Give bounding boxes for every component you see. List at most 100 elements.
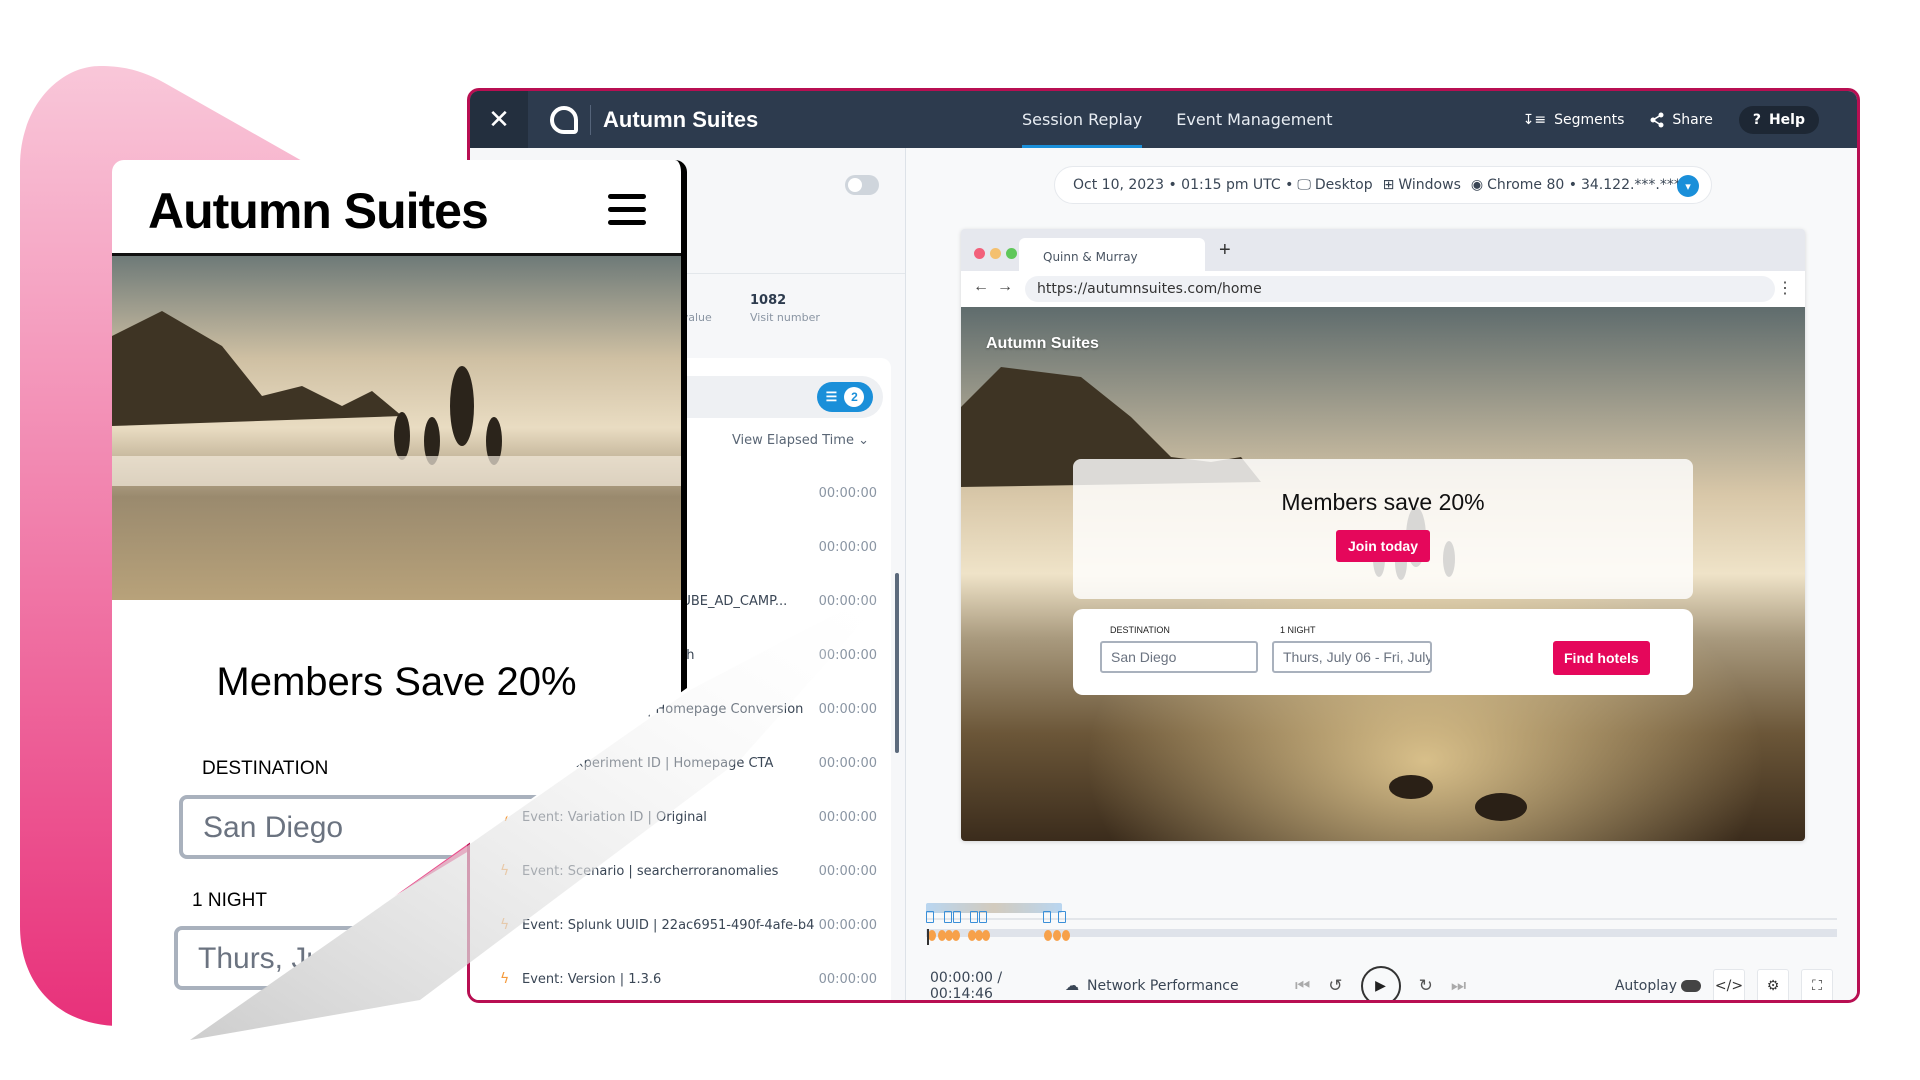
- bolt-icon: ϟ: [500, 863, 510, 879]
- network-performance-toggle[interactable]: ☁ Network Performance: [1065, 978, 1239, 994]
- question-icon: ?: [1752, 111, 1761, 128]
- toggle-switch[interactable]: [1681, 980, 1701, 992]
- event-time: 00:00:00: [818, 863, 877, 879]
- player-options: Autoplay </> ⚙ ⛶: [1615, 969, 1833, 1000]
- rewind-icon[interactable]: ↺: [1328, 976, 1342, 996]
- event-row[interactable]: ϟ Event: Splunk UUID | 22ac6951-490f-4afe…: [500, 898, 877, 952]
- url-field[interactable]: https://autumnsuites.com/home: [1025, 276, 1775, 302]
- close-icon: ✕: [488, 104, 510, 135]
- page-marker-icon[interactable]: [979, 911, 987, 923]
- event-list-scrollbar[interactable]: [895, 573, 899, 753]
- skip-start-icon[interactable]: ⏮: [1295, 976, 1310, 996]
- event-time: 00:00:00: [818, 809, 877, 825]
- autoplay-label: Autoplay: [1614, 978, 1677, 994]
- event-marker[interactable]: [1053, 930, 1061, 941]
- page-marker-icon[interactable]: [926, 911, 934, 923]
- event-text: Event: Version | 1.3.6: [522, 971, 662, 987]
- device-label: Desktop: [1314, 177, 1373, 193]
- event-marker[interactable]: [1062, 930, 1070, 941]
- event-time: 00:00:00: [818, 755, 877, 771]
- play-button[interactable]: ▶: [1360, 966, 1401, 1000]
- window-close-dot: [974, 248, 985, 259]
- windows-icon: ⊞: [1382, 177, 1395, 193]
- dates-input[interactable]: Thurs, July 06 - Fri, July 07: [1272, 641, 1432, 673]
- site-viewport: Autumn Suites Members save 20% Join toda…: [961, 307, 1805, 841]
- desktop-icon: 🖵: [1297, 177, 1311, 193]
- session-timeline[interactable]: [926, 903, 1837, 945]
- page-marker-icon[interactable]: [1043, 911, 1051, 923]
- window-maximize-dot: [1006, 248, 1017, 259]
- help-label: Help: [1768, 111, 1805, 128]
- hotel-search-form: DESTINATION San Diego 1 NIGHT Thurs, Jul…: [1073, 609, 1693, 695]
- promo-title: Members save 20%: [1281, 489, 1485, 515]
- destination-input[interactable]: San Diego: [1100, 641, 1258, 673]
- share-button[interactable]: Share: [1650, 111, 1713, 128]
- top-bar: ✕ Autumn Suites Session Replay Event Man…: [470, 91, 1857, 148]
- event-marker[interactable]: [1044, 930, 1052, 941]
- settings-button[interactable]: ⚙: [1757, 969, 1789, 1000]
- segments-button[interactable]: ↧≡ Segments: [1523, 112, 1625, 128]
- browser-tab-strip: Quinn & Murray +: [961, 229, 1805, 271]
- page-marker-icon[interactable]: [953, 911, 961, 923]
- kebab-menu-icon[interactable]: ⋮: [1777, 278, 1793, 298]
- page-marker-icon[interactable]: [1058, 911, 1066, 923]
- filter-button[interactable]: ☰ 2: [817, 382, 873, 412]
- lock-toggle[interactable]: [845, 175, 879, 195]
- event-time: 00:00:00: [818, 485, 877, 501]
- tab-event-management[interactable]: Event Management: [1159, 91, 1349, 148]
- event-row[interactable]: ϟ Event: Scenario | searcherroranomalies 0…: [500, 844, 877, 898]
- event-marker[interactable]: [952, 930, 960, 941]
- new-tab-icon[interactable]: +: [1219, 239, 1231, 262]
- mobile-promo-title: Members Save 20%: [216, 660, 577, 704]
- tab-session-replay[interactable]: Session Replay: [1005, 91, 1159, 148]
- close-button[interactable]: ✕: [470, 91, 528, 148]
- browser-label: Chrome 80 •: [1487, 177, 1577, 193]
- event-marker[interactable]: [982, 930, 990, 941]
- event-row[interactable]: ϟEvent: Variation ID | Original00:00:00: [500, 790, 877, 844]
- join-today-button[interactable]: Join today: [1335, 530, 1430, 562]
- sort-icon: ↧≡: [1522, 111, 1547, 128]
- marketing-composite: ✕ Autumn Suites Session Replay Event Man…: [0, 0, 1920, 1080]
- event-row[interactable]: ϟ Event: Version | 1.3.6 00:00:00: [500, 952, 877, 1000]
- event-time: 00:00:00: [818, 971, 877, 987]
- forward-icon[interactable]: ↻: [1419, 976, 1433, 996]
- back-forward-icons[interactable]: ←→: [973, 278, 1021, 296]
- find-hotels-button[interactable]: Find hotels: [1553, 641, 1650, 675]
- dev-tools-button[interactable]: </>: [1713, 969, 1745, 1000]
- promo-banner: Members save 20% Join today: [1073, 459, 1693, 599]
- beach-family-image: [112, 256, 681, 600]
- skip-end-icon[interactable]: ⏭: [1451, 976, 1466, 996]
- session-datetime: Oct 10, 2023 • 01:15 pm UTC •: [1073, 177, 1294, 193]
- chrome-icon: ◉: [1470, 177, 1484, 193]
- page-marker-icon[interactable]: [944, 911, 952, 923]
- filter-count-badge: 2: [844, 387, 865, 407]
- event-time: 00:00:00: [818, 539, 877, 555]
- visit-number-label: Visit number: [750, 311, 820, 324]
- share-icon: [1650, 112, 1664, 127]
- session-info-bar: Oct 10, 2023 • 01:15 pm UTC • 🖵 Desktop …: [1054, 166, 1712, 204]
- playhead[interactable]: [927, 929, 929, 945]
- chevron-down-icon: ⌄: [858, 433, 869, 448]
- share-label: Share: [1672, 111, 1713, 128]
- fullscreen-button[interactable]: ⛶: [1801, 969, 1833, 1000]
- segments-label: Segments: [1554, 111, 1625, 128]
- fullscreen-icon: ⛶: [1812, 978, 1822, 994]
- os-label: Windows: [1398, 177, 1461, 193]
- page-marker-icon[interactable]: [970, 911, 978, 923]
- top-tools: ↧≡ Segments Share ? Help: [1523, 91, 1819, 148]
- mobile-header: Autumn Suites: [112, 160, 681, 256]
- expand-info-button[interactable]: ▾: [1677, 175, 1699, 197]
- help-button[interactable]: ? Help: [1738, 105, 1819, 134]
- nights-label: 1 NIGHT: [1280, 625, 1316, 635]
- autoplay-toggle[interactable]: Autoplay: [1615, 978, 1701, 994]
- browser-tab[interactable]: Quinn & Murray: [1019, 238, 1205, 271]
- view-elapsed-time-dropdown[interactable]: View Elapsed Time ⌄: [732, 433, 869, 448]
- hamburger-menu-icon[interactable]: [608, 194, 646, 233]
- event-marker[interactable]: [928, 930, 936, 941]
- bolt-icon: ϟ: [500, 971, 510, 987]
- visit-number-stat: 1082 Visit number: [750, 293, 820, 324]
- mobile-site-title: Autumn Suites: [148, 183, 489, 239]
- player-controls: 00:00:00 / 00:14:46 ☁ Network Performanc…: [930, 964, 1833, 1000]
- divider: [590, 104, 591, 135]
- gear-icon: ⚙: [1766, 978, 1780, 994]
